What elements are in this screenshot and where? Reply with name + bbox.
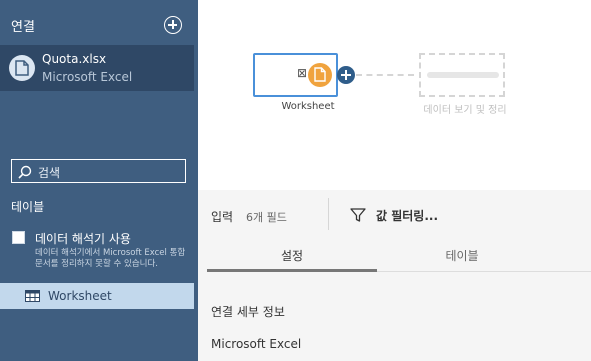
file-icon	[9, 55, 35, 81]
input-title: 입력	[211, 210, 234, 224]
input-node-label: Worksheet	[281, 101, 335, 112]
table-grid-icon	[25, 290, 40, 302]
toolbar-divider	[328, 198, 329, 230]
connections-sidebar: 연결 Quota.xlsx Microsoft Excel 검색 테이블 데이터…	[0, 0, 198, 361]
table-search-input[interactable]: 검색	[11, 159, 186, 183]
connection-name: Quota.xlsx	[42, 52, 107, 66]
flow-canvas: ⊠ Worksheet 데이터 보기 및 정리	[198, 0, 591, 190]
connections-title: 연결	[11, 20, 35, 35]
filter-icon	[350, 208, 366, 222]
connection-type: Microsoft Excel	[42, 70, 133, 84]
input-node[interactable]: ⊠	[253, 53, 338, 97]
tab-settings[interactable]: 설정	[207, 242, 377, 272]
data-interpreter-description: 데이터 해석기에서 Microsoft Excel 통합 문서를 정리하지 못할…	[35, 248, 186, 269]
input-step-icon	[308, 63, 332, 87]
data-interpreter-label[interactable]: 데이터 해석기 사용	[35, 230, 131, 247]
panel-tabs: 설정 테이블	[207, 242, 591, 272]
add-step-button[interactable]	[337, 66, 355, 84]
tab-tables[interactable]: 테이블	[377, 242, 547, 272]
tables-section-title: 테이블	[11, 200, 45, 214]
excel-file-icon: ⊠	[297, 66, 308, 80]
connection-details-title: 연결 세부 정보	[211, 305, 285, 319]
search-icon	[18, 165, 32, 179]
clean-step-placeholder[interactable]	[419, 53, 505, 97]
search-placeholder: 검색	[38, 166, 61, 180]
data-interpreter-option[interactable]: 데이터 해석기 사용	[12, 230, 192, 246]
table-name: Worksheet	[48, 289, 112, 303]
data-interpreter-checkbox[interactable]	[12, 231, 25, 244]
connection-details-type: Microsoft Excel	[211, 337, 302, 351]
sidebar-table-worksheet[interactable]: Worksheet	[0, 283, 194, 309]
clean-step-placeholder-label: 데이터 보기 및 정리	[423, 105, 507, 116]
filter-values-label: 값 필터링...	[376, 209, 439, 223]
placeholder-bar	[427, 72, 499, 78]
flow-connector	[356, 74, 414, 76]
connection-item[interactable]: Quota.xlsx Microsoft Excel	[0, 45, 194, 91]
add-connection-button[interactable]	[164, 16, 182, 34]
field-count: 6개 필드	[246, 211, 287, 224]
input-panel: 입력 6개 필드 값 필터링... 설정 테이블 연결 세부 정보 Micros…	[198, 190, 591, 361]
